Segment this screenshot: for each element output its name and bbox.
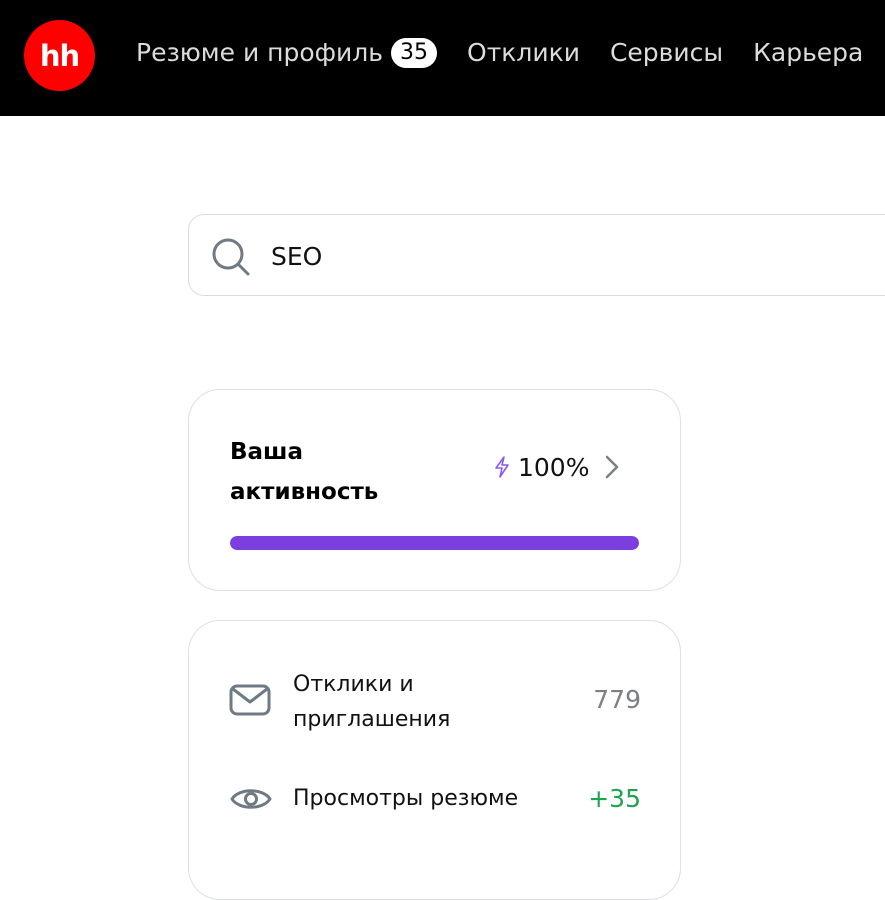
stat-label: Просмотры резюме	[293, 786, 519, 811]
stat-label: Отклики и приглашения	[293, 672, 451, 732]
lightning-icon	[495, 456, 509, 478]
search-input[interactable]	[271, 236, 771, 276]
activity-card[interactable]: Ваша активность 100%	[188, 389, 681, 591]
stat-row-resume-views[interactable]: Просмотры резюме +35	[229, 781, 641, 817]
nav-item-label: Карьера	[753, 38, 864, 67]
main-nav: Резюме и профиль 35 Отклики Сервисы Карь…	[136, 36, 863, 70]
activity-percent: 100%	[518, 452, 590, 482]
activity-progress-bar	[230, 536, 639, 550]
top-navigation-bar: hh Резюме и профиль 35 Отклики Сервисы К…	[0, 0, 885, 116]
stat-row-responses[interactable]: Отклики и приглашения 779	[229, 667, 641, 737]
nav-item-label: Сервисы	[609, 38, 724, 67]
activity-title: Ваша активность	[230, 439, 379, 505]
stats-card: Отклики и приглашения 779 Просмотры резю…	[188, 620, 681, 900]
activity-progress-fill	[230, 536, 639, 550]
envelope-icon	[229, 684, 271, 716]
hh-logo[interactable]: hh	[24, 20, 95, 91]
nav-item-services[interactable]: Сервисы	[610, 36, 723, 70]
nav-item-responses[interactable]: Отклики	[467, 36, 580, 70]
activity-indicator[interactable]: 100%	[492, 452, 623, 482]
eye-icon	[230, 789, 272, 809]
stat-value: 779	[593, 685, 641, 714]
nav-item-career[interactable]: Карьера	[753, 36, 863, 70]
search-bar[interactable]	[188, 214, 885, 296]
nav-item-label: Отклики	[467, 38, 580, 67]
stat-value: +35	[588, 784, 641, 813]
nav-item-label: Резюме и профиль	[136, 38, 384, 67]
search-icon[interactable]	[210, 236, 252, 278]
notification-badge: 35	[391, 38, 438, 68]
nav-item-resume-profile[interactable]: Резюме и профиль 35	[136, 36, 438, 70]
chevron-right-icon[interactable]	[601, 452, 623, 482]
